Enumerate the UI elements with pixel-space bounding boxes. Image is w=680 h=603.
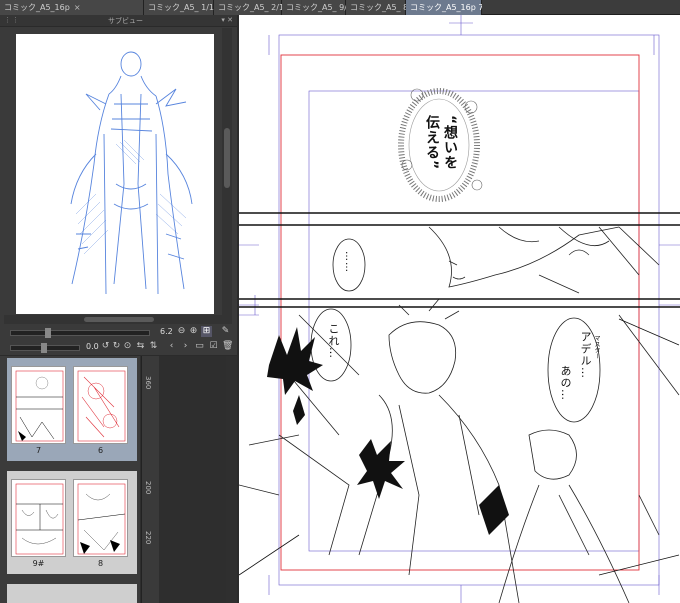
tab-bar-spacer [482,0,680,14]
sketch-figure [70,51,193,295]
flip-horizontal-icon[interactable]: ⇆ [135,341,146,352]
zoom-controls: 6.2 ⊖ ⊕ ⊞ ✎ [0,326,237,340]
page-thumbnail-9[interactable] [11,479,66,557]
zoom-slider[interactable] [10,328,150,338]
speech-bubble-text: あの… [559,365,572,401]
tab-page-2[interactable]: コミック_A5_ 2/16 × [214,0,300,15]
page-thumbnail-8[interactable] [73,479,128,557]
page-label-8: 8 [97,559,104,568]
ruler-label: 200 [144,481,152,495]
tab-page-1[interactable]: コミック_A5_ 1/16 × [144,0,230,15]
tab-comic-a5-16p[interactable]: コミック_A5_16p × [0,0,144,15]
thumbnail-art [77,370,126,442]
subview-header: ⋮⋮ サブビュー ▾ ✕ [0,15,237,27]
app-window: コミック_A5_16p × コミック_A5_ 1/16 × コミック_A5_ 2… [0,0,680,603]
speech-bubble-text: 伝える” [424,115,440,171]
subview-horizontal-scrollbar[interactable] [4,315,232,324]
speech-bubble-text: …… [343,251,354,273]
tab-label: コミック_A5_16p [4,3,70,12]
page-label-7: 7 [35,446,42,455]
settings-icon[interactable]: ☑ [208,341,219,352]
vertical-ruler: 360 200 220 [141,356,159,603]
reset-rotation-icon[interactable]: ⊙ [122,341,133,352]
page-thumbnail-7[interactable] [11,366,66,444]
zoom-value: 6.2 [160,327,173,336]
eyedropper-icon[interactable]: ✎ [220,326,231,337]
rotation-slider[interactable] [10,343,80,353]
zoom-out-icon[interactable]: ⊖ [176,326,187,337]
rotation-controls: 0.0 ↺ ↻ ⊙ ⇆ ⇅ ‹ › ▭ ☑ 🗑 [0,341,237,355]
next-image-icon[interactable]: › [180,341,191,352]
subview-vertical-scrollbar[interactable] [222,28,232,323]
page-spread-next[interactable] [7,584,137,603]
subview-reference-image [16,34,214,314]
page-manager-panel: 7 6 9# 8 360 200 220 [0,356,237,603]
ruby-text: マスター [593,335,600,359]
panel-menu-icon[interactable]: ▾ ✕ [221,16,233,24]
speech-bubble-text: アデル… [579,331,592,379]
page-thumbnail-6[interactable] [73,366,128,444]
speech-bubble-text: “想いを [442,115,458,171]
tab-page-9[interactable]: コミック_A5_ 9/16 ● [282,0,368,15]
page-list-scrollbar[interactable] [226,356,237,603]
ruler-label: 360 [144,376,152,390]
tab-label: コミック_A5_ 2/16 [218,3,290,12]
rotation-value: 0.0 [86,342,99,351]
drawing-canvas[interactable]: 伝える” “想いを …… これ… アデル… あの… マスター [239,15,680,603]
close-icon[interactable]: × [74,0,81,15]
thumbnail-art [15,483,64,555]
open-folder-icon[interactable]: ▭ [194,341,205,352]
tab-page-7-active[interactable]: コミック_A5_16p 7/16 × [406,0,507,15]
speech-bubble-text: これ… [327,323,340,359]
document-tab-bar: コミック_A5_16p × コミック_A5_ 1/16 × コミック_A5_ 2… [0,0,680,15]
tab-page-8[interactable]: コミック_A5_ 8/16 × [346,0,432,15]
zoom-in-icon[interactable]: ⊕ [188,326,199,337]
prev-image-icon[interactable]: ‹ [166,341,177,352]
page-spread-9-8[interactable]: 9# 8 [7,471,137,574]
delete-icon[interactable]: 🗑 [222,341,233,352]
fit-view-icon[interactable]: ⊞ [201,326,212,337]
thumbnail-art [77,483,126,555]
page-thumbnail-list: 7 6 9# 8 [0,356,140,603]
subview-title: サブビュー [108,17,143,25]
rotate-right-icon[interactable]: ↻ [111,341,122,352]
thumbnail-art [15,370,64,442]
ruler-label: 220 [144,531,152,545]
page-label-6: 6 [97,446,104,455]
tab-label: コミック_A5_ 1/16 [148,3,220,12]
subview-panel: ⋮⋮ サブビュー ▾ ✕ [0,15,237,355]
comic-page-artwork [239,15,680,603]
page-label-9: 9# [32,559,45,568]
panel-grip-icon[interactable]: ⋮⋮ [4,16,20,24]
page-spread-7-6[interactable]: 7 6 [7,358,137,461]
flip-vertical-icon[interactable]: ⇅ [148,341,159,352]
rotate-left-icon[interactable]: ↺ [100,341,111,352]
